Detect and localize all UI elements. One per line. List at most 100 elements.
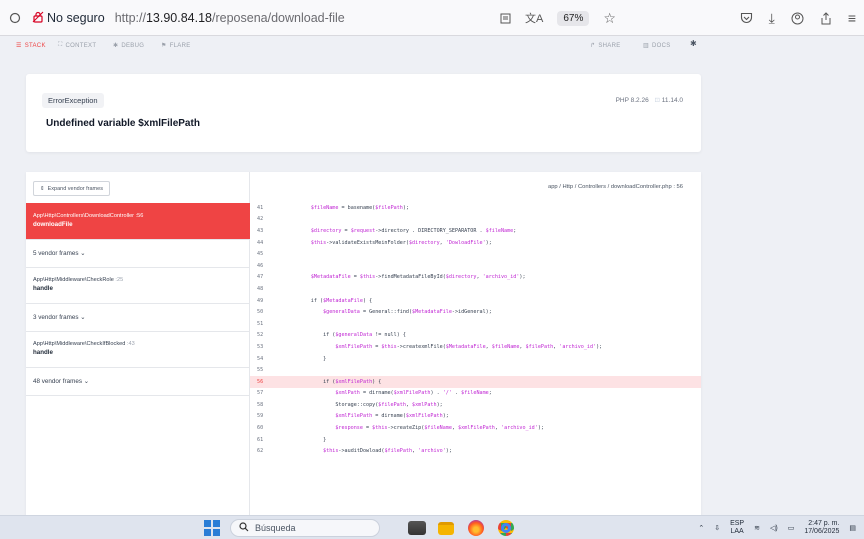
frame-item[interactable]: App\Http\Controllers\DownloadController … [26,203,250,240]
code-text: Storage::copy($filePath, $xmlPath); [274,401,443,408]
line-number[interactable]: 62 [250,448,274,454]
nav-debug-label: Debug [121,42,145,49]
menu-icon[interactable]: ≡ [848,10,856,26]
line-number[interactable]: 51 [250,321,274,327]
docs-button[interactable]: ▥ Docs [643,42,671,50]
expand-vendor-frames-button[interactable]: ⇕ Expand vendor frames [33,181,110,196]
security-indicator[interactable]: No seguro [32,11,105,26]
battery-icon[interactable]: ▭ [788,524,795,532]
search-placeholder: Búsqueda [255,523,296,533]
nav-debug[interactable]: ✱ Debug [113,42,145,50]
tab-overview-icon[interactable] [8,12,22,24]
account-icon[interactable] [791,12,804,25]
docs-label: Docs [651,42,671,49]
chevron-up-icon[interactable]: ⌃ [698,524,704,532]
expand-vendor-frames-label: Expand vendor frames [47,185,103,192]
settings-gear-icon[interactable]: ✱ [690,39,697,48]
code-snippet: app / Http / Controllers / downloadContr… [250,172,701,517]
line-number[interactable]: 61 [250,437,274,443]
frame-item[interactable]: App\Http\Middleware\CheckIfBlocked :43 h… [26,332,250,368]
firefox-icon[interactable] [468,520,484,536]
url-host: 13.90.84.18 [145,11,213,25]
chrome-icon[interactable] [498,520,514,536]
zoom-level[interactable]: 67% [557,10,590,26]
url-scheme: http:// [114,11,146,25]
context-icon: ⛶ [58,42,63,48]
vendor-frames-toggle[interactable]: 3 vendor frames ⌄ [26,304,250,332]
line-number[interactable]: 59 [250,413,274,419]
vendor-frames-toggle[interactable]: 5 vendor frames ⌄ [26,240,250,268]
frame-line: :25 [115,277,124,283]
translate-icon[interactable]: 文A [525,10,543,26]
frame-item[interactable]: App\Http\Middleware\CheckRole :25 handle [26,268,250,304]
code-text: if ($generalData != null) { [274,332,406,339]
expand-icon: ⇕ [40,185,45,192]
line-number[interactable]: 50 [250,309,274,315]
volume-icon[interactable]: ◁) [770,524,778,532]
line-number[interactable]: 55 [250,367,274,373]
usb-icon[interactable]: ⇩ [714,524,720,532]
wifi-icon[interactable]: ≋ [754,524,760,532]
flare-icon: ⚑ [161,43,167,49]
line-number[interactable]: 46 [250,263,274,269]
line-number[interactable]: 53 [250,344,274,350]
security-label: No seguro [47,11,105,25]
clock-time: 2:47 p. m. [808,519,840,527]
frame-class-name: App\Http\Middleware\CheckRole [33,277,114,283]
file-explorer-icon[interactable] [438,522,454,535]
vendor-frames-toggle[interactable]: 48 vendor frames ⌄ [26,368,250,396]
code-line: 50 $generalData = General::find($Metadat… [250,306,701,318]
url-text[interactable]: http://13.90.84.18/reposena/download-fil… [115,11,345,25]
stack-trace-card: ⇕ Expand vendor frames App\Http\Controll… [26,172,701,517]
nav-stack[interactable]: ☰ Stack [16,42,46,50]
taskbar-search[interactable]: Búsqueda [230,519,380,537]
notification-icon[interactable]: ▤ [849,524,856,532]
code-line: 55 [250,364,701,376]
code-line: 62 $this->auditDowload($filePath, 'archi… [250,445,701,457]
line-number[interactable]: 52 [250,332,274,338]
stack-icon: ☰ [16,43,22,49]
windows-start-icon[interactable] [204,520,220,536]
nav-flare[interactable]: ⚑ Flare [161,42,191,50]
task-view-icon[interactable] [408,521,426,535]
language-indicator[interactable]: ESP LAA [730,520,744,536]
line-number[interactable]: 42 [250,216,274,222]
code-line: 61 } [250,434,701,446]
line-number[interactable]: 54 [250,356,274,362]
code-lines: 41 $fileName = basename($filePath); 42 43 … [250,202,701,457]
line-number[interactable]: 44 [250,240,274,246]
clock[interactable]: 2:47 p. m. 17/06/2025 [804,520,839,537]
debug-icon: ✱ [113,43,119,49]
share-icon[interactable] [820,11,832,25]
url-path: /reposena/download-file [212,11,345,25]
line-number[interactable]: 48 [250,286,274,292]
line-number[interactable]: 41 [250,205,274,211]
highlighted-code-line: 56 if ($xmlFilePath) { [250,375,701,388]
downloads-icon[interactable]: ⤓ [769,10,775,27]
line-number[interactable]: 49 [250,298,274,304]
code-text: if ($xmlFilePath) { [274,378,382,385]
pocket-icon[interactable] [740,12,753,24]
line-number[interactable]: 45 [250,251,274,257]
line-number[interactable]: 43 [250,228,274,234]
line-number[interactable]: 47 [250,274,274,280]
code-line: 48 [250,283,701,295]
frame-method: handle [33,285,53,292]
code-line: 60 $response = $this->createZip($fileNam… [250,422,701,434]
line-number[interactable]: 60 [250,425,274,431]
line-number[interactable]: 58 [250,402,274,408]
line-number[interactable]: 57 [250,390,274,396]
exception-class: ErrorException [42,93,104,108]
line-number[interactable]: 56 [250,379,274,385]
nav-context[interactable]: ⛶ Context [58,42,96,49]
share-button[interactable]: ↱ Share [590,42,621,50]
bookmark-star-icon[interactable]: ☆ [603,10,616,27]
code-line: 49 if ($MetadataFile) { [250,295,701,307]
frame-method: handle [33,349,53,356]
file-path[interactable]: app / Http / Controllers / downloadContr… [548,184,683,190]
system-tray: ⌃ ⇩ ESP LAA ≋ ◁) ▭ 2:47 p. m. 17/06/2025… [698,518,856,538]
insecure-lock-icon [32,11,44,26]
chevron-down-icon: ⌄ [80,314,86,321]
code-text: $this->auditDowload($filePath, 'archivo'… [323,448,452,455]
reader-view-icon[interactable] [500,13,511,24]
